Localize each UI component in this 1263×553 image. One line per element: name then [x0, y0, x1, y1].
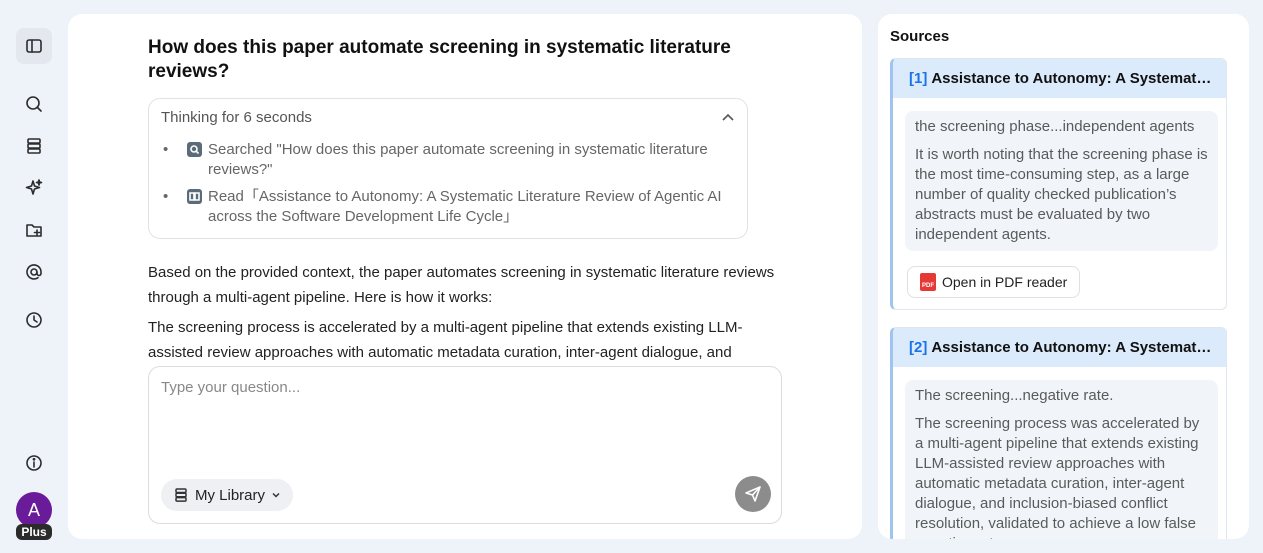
- library-selector-button[interactable]: My Library: [161, 479, 294, 511]
- chevron-down-icon: [271, 487, 281, 504]
- library-selector-label: My Library: [195, 486, 266, 504]
- search-button[interactable]: [16, 86, 52, 122]
- snippet-text: It is worth noting that the screening ph…: [915, 146, 1208, 243]
- thinking-step-label: Searched "How does this paper automate s…: [208, 141, 708, 178]
- question-input[interactable]: [161, 379, 761, 469]
- source-header[interactable]: [1] Assistance to Autonomy: A Systematic …: [893, 59, 1226, 98]
- library-icon: [175, 488, 187, 502]
- bullet: •: [163, 188, 169, 205]
- thinking-header[interactable]: Thinking for 6 seconds: [161, 109, 312, 126]
- chat-panel: How does this paper automate screening i…: [68, 14, 862, 539]
- discover-button[interactable]: [16, 170, 52, 206]
- thinking-panel: Thinking for 6 seconds • Searched "How d…: [148, 98, 748, 239]
- plan-badge: Plus: [16, 524, 52, 540]
- search-icon: [26, 96, 42, 112]
- source-card: [2] Assistance to Autonomy: A Systematic …: [890, 327, 1227, 539]
- history-button[interactable]: [16, 302, 52, 338]
- send-icon: [745, 486, 761, 502]
- panel-toggle-icon: [26, 39, 42, 53]
- search-step-icon: [187, 142, 202, 157]
- bullet: •: [163, 141, 169, 158]
- open-pdf-button[interactable]: PDF Open in PDF reader: [907, 266, 1081, 298]
- thinking-step-search: • Searched "How does this paper automate…: [163, 140, 723, 180]
- book-step-icon: [187, 189, 202, 204]
- source-number: [2]: [909, 339, 928, 356]
- sparkle-icon: [25, 179, 43, 195]
- source-header[interactable]: [2] Assistance to Autonomy: A Systematic …: [893, 328, 1226, 367]
- mentions-button[interactable]: [16, 254, 52, 290]
- left-sidebar: A Plus: [0, 0, 68, 553]
- snippet-lead: the screening phase...independent agents: [915, 118, 1195, 135]
- history-icon: [26, 312, 42, 328]
- open-pdf-label: Open in PDF reader: [942, 274, 1068, 290]
- thinking-step-label: Read「Assistance to Autonomy: A Systemati…: [208, 188, 722, 225]
- chevron-up-icon: [722, 113, 734, 121]
- info-icon: [26, 455, 42, 471]
- library-icon: [27, 138, 41, 154]
- answer-paragraph: The screening process is accelerated by …: [148, 319, 743, 361]
- source-number: [1]: [909, 70, 928, 87]
- snippet-lead: The screening...negative rate.: [915, 387, 1114, 404]
- new-folder-button[interactable]: [16, 212, 52, 248]
- question-input-box: My Library: [148, 366, 782, 524]
- user-question: How does this paper automate screening i…: [148, 37, 731, 82]
- folder-add-icon: [26, 224, 42, 237]
- send-button[interactable]: [735, 476, 771, 512]
- info-button[interactable]: [16, 445, 52, 481]
- source-card: [1] Assistance to Autonomy: A Systematic …: [890, 58, 1227, 310]
- sources-panel: Sources [1] Assistance to Autonomy: A Sys…: [878, 14, 1249, 539]
- answer-paragraph: Based on the provided context, the paper…: [148, 264, 775, 306]
- avatar[interactable]: A: [16, 492, 52, 528]
- library-button[interactable]: [16, 128, 52, 164]
- source-title: Assistance to Autonomy: A Systematic Lit…: [931, 70, 1226, 87]
- pdf-icon: PDF: [920, 273, 936, 291]
- panel-toggle-button[interactable]: [16, 28, 52, 64]
- snippet-text: The screening process was accelerated by…: [915, 415, 1200, 539]
- at-icon: [26, 264, 42, 280]
- source-title: Assistance to Autonomy: A Systematic Lit…: [931, 339, 1226, 356]
- sources-title: Sources: [890, 28, 950, 45]
- thinking-step-read: • Read「Assistance to Autonomy: A Systema…: [163, 187, 723, 227]
- source-snippet: the screening phase...independent agents…: [905, 111, 1218, 251]
- collapse-thinking-button[interactable]: [721, 111, 735, 125]
- source-snippet: The screening...negative rate. The scree…: [905, 380, 1218, 539]
